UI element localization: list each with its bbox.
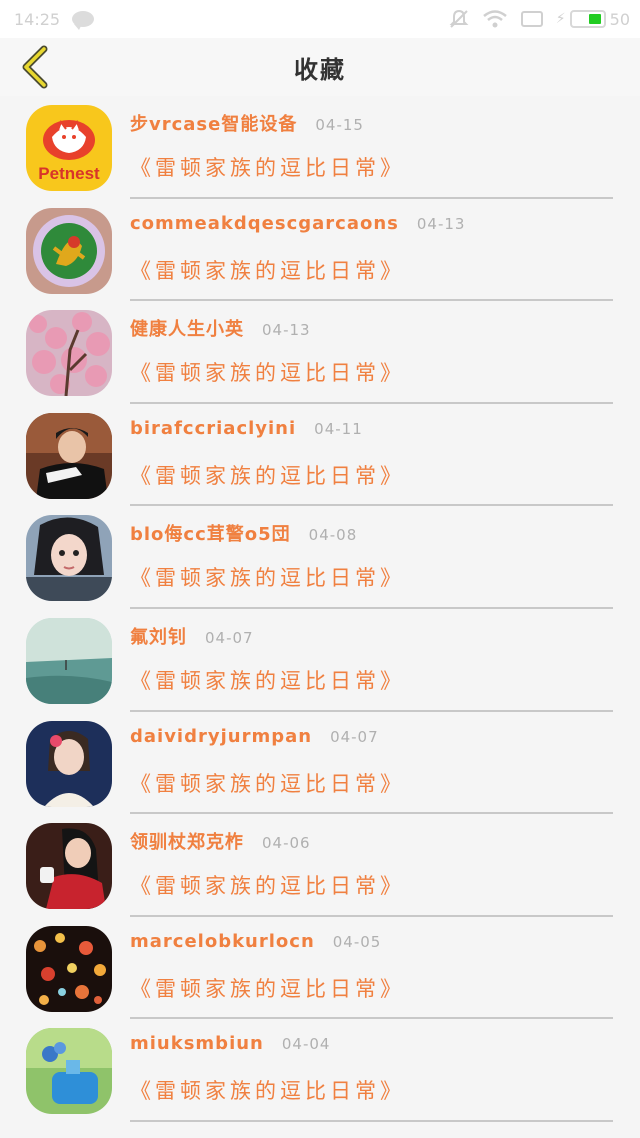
comic-title[interactable]: 《雷顿家族的逗比日常》 (130, 460, 405, 490)
favorite-item[interactable]: 氟刘钊 04-07 《雷顿家族的逗比日常》 (0, 609, 640, 712)
user-name[interactable]: birafccriaclyini (130, 418, 296, 439)
favorite-item[interactable]: daividryjurmpan 04-07 《雷顿家族的逗比日常》 (0, 712, 640, 815)
avatar-image (26, 515, 112, 602)
avatar-image (26, 1028, 112, 1115)
comic-title[interactable]: 《雷顿家族的逗比日常》 (130, 768, 405, 798)
favorite-date: 04-06 (262, 834, 311, 853)
status-time: 14:25 (14, 9, 61, 29)
comic-title[interactable]: 《雷顿家族的逗比日常》 (130, 152, 405, 182)
chat-bubble-icon (72, 11, 95, 30)
avatar-image (26, 720, 112, 807)
user-name[interactable]: blo侮cc茸警o5団 (130, 520, 291, 546)
user-name[interactable]: 领驯杖郑克柞 (130, 828, 244, 854)
avatar-petnest-logo[interactable]: Petnest (26, 105, 112, 191)
battery-icon (569, 10, 606, 28)
favorite-date: 04-13 (416, 214, 466, 233)
favorite-item[interactable]: blo侮cc茸警o5団 04-08 《雷顿家族的逗比日常》 (0, 506, 640, 609)
favorite-item[interactable]: 健康人生小英 04-13 《雷顿家族的逗比日常》 (0, 301, 640, 404)
user-name[interactable]: marcelobkurlocn (130, 931, 315, 952)
favorite-item[interactable]: birafccriaclyini 04-11 《雷顿家族的逗比日常》 (0, 404, 640, 507)
divider (130, 1119, 613, 1122)
user-name[interactable]: daividryjurmpan (130, 726, 312, 747)
page-title: 收藏 (294, 55, 346, 84)
sim-card-icon (520, 9, 544, 29)
comic-title[interactable]: 《雷顿家族的逗比日常》 (130, 562, 405, 592)
favorite-date: 04-11 (314, 419, 363, 438)
user-name[interactable]: 步vrcase智能设备 (130, 110, 297, 136)
avatar-seaside-landscape[interactable] (26, 617, 112, 704)
avatar-girl-portrait[interactable] (26, 515, 112, 602)
avatar-image (26, 412, 112, 499)
favorite-date: 04-08 (308, 526, 358, 545)
wifi-icon (482, 9, 508, 29)
user-name[interactable]: 氟刘钊 (130, 623, 187, 649)
favorite-date: 04-15 (315, 116, 364, 134)
chevron-left-icon (22, 45, 48, 89)
comic-title[interactable]: 《雷顿家族的逗比日常》 (130, 255, 405, 285)
favorites-list: Petnest 步vrcase智能设备 04-15 《雷顿家族的逗比日常》 co… (0, 96, 640, 1122)
avatar-image (26, 207, 112, 294)
avatar-logo-text: Petnest (38, 164, 100, 183)
avatar-blue-bottle[interactable] (26, 1028, 112, 1115)
avatar-image (26, 617, 112, 704)
avatar-monkey-emblem[interactable] (26, 207, 112, 294)
favorite-date: 04-04 (281, 1035, 331, 1054)
comic-title[interactable]: 《雷顿家族的逗比日常》 (130, 1075, 405, 1105)
user-name[interactable]: commeakdqescgarcaons (130, 213, 399, 234)
favorite-date: 04-07 (330, 727, 379, 746)
avatar-pink-blossoms[interactable] (26, 310, 112, 397)
favorite-item[interactable]: 领驯杖郑克柞 04-06 《雷顿家族的逗比日常》 (0, 814, 640, 917)
avatar-woman-with-flower[interactable] (26, 720, 112, 807)
battery-percent: 50 (609, 9, 630, 29)
charging-bolt-icon: ⚡ (555, 11, 566, 27)
avatar-image (26, 925, 112, 1012)
avatar-image (26, 823, 112, 910)
favorite-item[interactable]: miuksmbiun 04-04 《雷顿家族的逗比日常》 (0, 1019, 640, 1122)
comic-title[interactable]: 《雷顿家族的逗比日常》 (130, 665, 405, 695)
favorite-date: 04-05 (332, 932, 382, 951)
comic-title[interactable]: 《雷顿家族的逗比日常》 (130, 357, 405, 387)
avatar-girl-red-sweater[interactable] (26, 823, 112, 910)
top-bar: 收藏 (0, 38, 640, 96)
status-bar: 14:25 ⚡ 50 (0, 0, 640, 38)
user-name[interactable]: 健康人生小英 (130, 315, 244, 341)
avatar-image (26, 310, 112, 397)
favorite-date: 04-13 (262, 321, 311, 340)
back-button[interactable] (14, 44, 54, 90)
favorite-item[interactable]: commeakdqescgarcaons 04-13 《雷顿家族的逗比日常》 (0, 199, 640, 302)
comic-title[interactable]: 《雷顿家族的逗比日常》 (130, 973, 405, 1003)
favorite-item[interactable]: marcelobkurlocn 04-05 《雷顿家族的逗比日常》 (0, 917, 640, 1020)
avatar-young-man-photo[interactable] (26, 412, 112, 499)
battery-indicator: ⚡ 50 (556, 10, 630, 29)
favorite-item[interactable]: Petnest 步vrcase智能设备 04-15 《雷顿家族的逗比日常》 (0, 96, 640, 199)
favorite-date: 04-07 (205, 628, 254, 647)
avatar-image: Petnest (26, 105, 112, 191)
comic-title[interactable]: 《雷顿家族的逗比日常》 (130, 870, 405, 900)
avatar-bokeh-hearts[interactable] (26, 925, 112, 1012)
user-name[interactable]: miuksmbiun (130, 1033, 264, 1054)
bell-off-icon (448, 8, 470, 30)
battery-level (588, 14, 601, 24)
